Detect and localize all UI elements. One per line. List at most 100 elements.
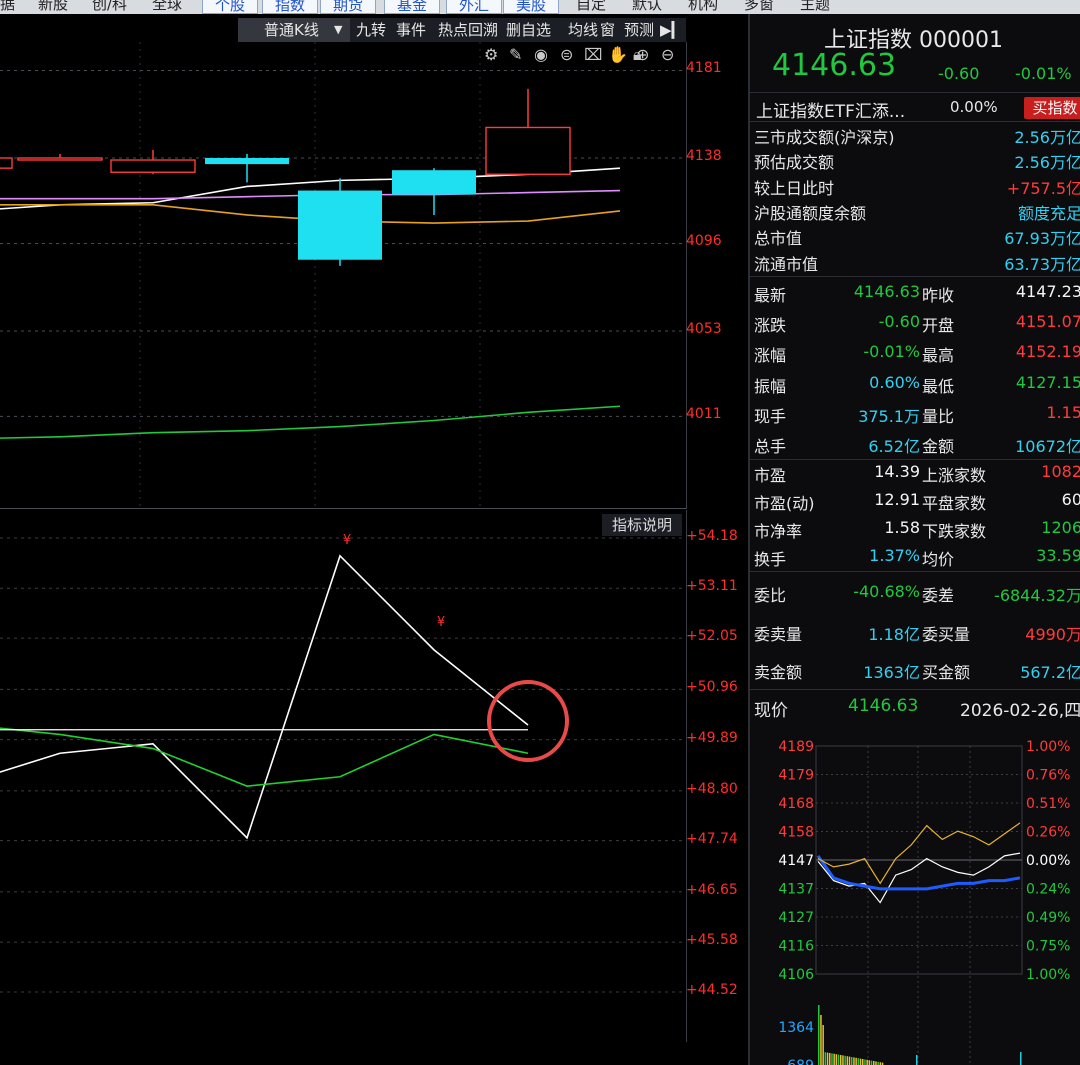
- menu-item-3[interactable]: 全球: [152, 0, 182, 14]
- eye-icon[interactable]: ◉: [534, 45, 548, 64]
- zoom-out-icon[interactable]: ⊖: [661, 45, 674, 64]
- intraday-price-tick: 4179: [778, 768, 814, 784]
- signal-marker: ¥: [343, 533, 351, 548]
- indicator-axis-label: +44.52: [686, 982, 738, 998]
- volume-bar: [855, 1057, 857, 1065]
- stat-value: 4151.07: [1015, 312, 1080, 332]
- price-axis-label: 4138: [686, 147, 722, 164]
- expand-arrow-icon[interactable]: ▶▎: [660, 18, 683, 42]
- intraday-price-tick: 4147: [778, 853, 814, 869]
- intraday-price-tick: 4137: [778, 882, 814, 898]
- zoom-in-icon-glyph[interactable]: ⊕: [636, 45, 649, 64]
- volume-bar: [875, 1061, 877, 1065]
- buy-index-button[interactable]: 买指数: [1024, 97, 1080, 119]
- candle-body[interactable]: [17, 157, 103, 161]
- menu-item-4[interactable]: 个股: [202, 0, 259, 14]
- toolbar-button-0[interactable]: 九转: [356, 18, 386, 42]
- settings-gear-icon[interactable]: ⚙: [484, 45, 498, 64]
- candle-body[interactable]: [392, 170, 476, 195]
- candlestick-chart[interactable]: [0, 42, 686, 508]
- indicator-axis-label: +53.11: [686, 578, 738, 595]
- top-menu-bar: 据 新股 创/科 全球 个股 指数 期货 基金 外汇 美股 自定 默认 机构 多窗 主题: [0, 0, 1080, 14]
- current-price-value: 4146.63: [848, 696, 919, 716]
- volume-bar: [868, 1060, 871, 1065]
- intraday-pct-tick: 0.49%: [1026, 910, 1070, 926]
- intraday-pct-tick: 0.75%: [1026, 939, 1070, 955]
- candle-body[interactable]: [0, 157, 13, 169]
- kline-type-select[interactable]: 普通K线 ▼: [238, 18, 350, 42]
- toolbar-button-2[interactable]: 热点回溯: [438, 18, 498, 42]
- market-row-label: 总市值: [754, 229, 803, 249]
- stat-label: 委买量: [922, 624, 971, 644]
- intraday-price-tick: 4158: [778, 825, 814, 841]
- price-axis-label: 4053: [686, 320, 722, 337]
- stat-label: 委比: [754, 586, 787, 605]
- stat-value: -40.68%: [853, 582, 920, 601]
- signal-series: [0, 727, 529, 787]
- volume-bar: [833, 1053, 835, 1065]
- hand-icon[interactable]: ✋: [608, 45, 628, 64]
- indicator-axis-label: +49.89: [686, 729, 738, 746]
- toolbar-button-4[interactable]: 均线: [568, 18, 598, 42]
- menu-item-14[interactable]: 主题: [800, 0, 830, 14]
- toolbar-button-1[interactable]: 事件: [396, 18, 426, 42]
- candle-body[interactable]: [485, 126, 571, 175]
- indicator-help-button[interactable]: 指标说明: [602, 514, 682, 536]
- indicator-chart[interactable]: ¥¥: [0, 510, 686, 1050]
- volume-bar: [870, 1060, 873, 1065]
- etf-name[interactable]: 上证指数ETF汇添...: [756, 97, 905, 122]
- menu-item-7[interactable]: 基金: [384, 0, 441, 14]
- price-axis-label: 4011: [686, 406, 722, 423]
- indicator-axis-label: +54.18: [686, 528, 738, 544]
- volume-bar: [826, 1052, 829, 1065]
- toolbar-button-5[interactable]: 窗: [600, 18, 615, 42]
- menu-item-9[interactable]: 美股: [503, 0, 560, 14]
- candle-body[interactable]: [110, 159, 196, 173]
- layers-icon[interactable]: ⊜: [560, 45, 573, 64]
- intraday-price-tick: 4106: [778, 967, 814, 983]
- menu-item-2[interactable]: 创/科: [92, 0, 127, 14]
- stat-label: 量比: [922, 406, 955, 426]
- candle-body[interactable]: [298, 190, 382, 260]
- market-row-label: 预估成交额: [754, 153, 835, 173]
- highlight-circle: [487, 680, 569, 763]
- menu-item-8[interactable]: 外汇: [446, 0, 503, 14]
- stat-label: 均价: [922, 550, 955, 569]
- toolbar-button-6[interactable]: 预测: [624, 18, 654, 42]
- menu-item-12[interactable]: 机构: [688, 0, 718, 14]
- intraday-price-tick: 4127: [778, 910, 814, 926]
- candle-body[interactable]: [205, 157, 289, 165]
- volume-tick: 1364: [778, 1020, 814, 1036]
- intraday-pct-tick: 0.00%: [1026, 853, 1070, 869]
- menu-item-1[interactable]: 新股: [38, 0, 68, 14]
- volume-bar: [859, 1058, 862, 1065]
- index-change-pct: -0.01%: [1015, 64, 1072, 83]
- stat-value: -0.60: [878, 312, 920, 332]
- chart-tools: ⚙ ✎ ◉ ⊜ ⌧ ✋ 🔒︎ ⊕ ⊖: [484, 45, 684, 67]
- price-axis-label: 4096: [686, 233, 722, 250]
- menu-item-10[interactable]: 自定: [576, 0, 606, 14]
- market-row-value: 2.56万亿: [1014, 128, 1080, 147]
- intraday-chart[interactable]: 4189 4179 4168 4158 4147 4137 4127 4116 4106 1.00…: [750, 730, 1080, 1065]
- menu-item-13[interactable]: 多窗: [744, 0, 774, 14]
- stat-value: 1.58: [884, 518, 920, 537]
- menu-item-11[interactable]: 默认: [632, 0, 662, 14]
- volume-bar: [818, 1005, 820, 1065]
- stat-label: 平盘家数: [922, 494, 987, 513]
- menu-item-0[interactable]: 据: [0, 0, 15, 14]
- volume-bar: [862, 1059, 864, 1065]
- intraday-pct-tick: 0.24%: [1026, 882, 1070, 898]
- pen-icon[interactable]: ✎: [509, 45, 522, 64]
- stat-value: 567.2亿: [1020, 663, 1080, 682]
- stat-value: -6844.32万: [994, 586, 1080, 605]
- intraday-average-line: [816, 855, 1021, 891]
- toolbar-button-3[interactable]: 删自选: [506, 18, 551, 42]
- menu-item-5[interactable]: 指数: [262, 0, 319, 14]
- trash-icon[interactable]: ⌧: [584, 45, 602, 64]
- market-row-value: 额度充足: [1017, 203, 1080, 223]
- menu-item-6[interactable]: 期货: [320, 0, 377, 14]
- stat-label: 涨幅: [754, 346, 787, 366]
- indicator-axis-label: +50.96: [686, 679, 738, 696]
- current-price-label: 现价: [754, 701, 788, 721]
- stat-value: 0.60%: [869, 372, 920, 392]
